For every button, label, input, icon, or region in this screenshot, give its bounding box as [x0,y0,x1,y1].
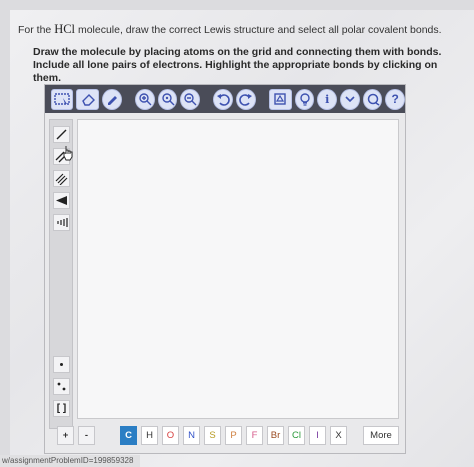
lightbulb-icon [299,93,310,106]
hand-cursor-icon [63,146,73,161]
more-atoms-button[interactable]: More [363,426,399,445]
zoom-out-button[interactable] [180,88,201,110]
chevron-down-icon [345,96,355,103]
pencil-tool-button[interactable] [101,88,122,110]
instructions-text: Draw the molecule by placing atoms on th… [33,46,442,84]
atom-P-button[interactable]: P [225,426,242,445]
atom-O-button[interactable]: O [162,426,179,445]
refresh-icon [367,93,379,106]
redo-icon [239,94,252,106]
atom-I-button[interactable]: I [309,426,326,445]
zoom-reset-icon [161,93,175,106]
info-button[interactable]: i [317,88,338,110]
undo-icon [217,94,231,106]
wedge-bond-icon [56,196,67,205]
question-suffix: molecule, draw the correct Lewis structu… [77,24,442,36]
atom-C-button[interactable]: C [120,426,137,445]
question-text: For the HCl molecule, draw the correct L… [18,22,458,37]
lone-pair-icon [60,363,63,366]
zoom-in-button[interactable] [135,88,155,110]
template-icon [274,93,287,105]
molecule-formula: HCl [54,22,76,36]
redo-button[interactable] [236,88,256,110]
atom-X-button[interactable]: X [330,426,347,445]
hash-bond-icon [57,218,68,227]
bracket-tool[interactable]: [ ] [53,400,70,417]
lewis-structure-editor: i ? [ ] + - C H O N S P F Br Cl I X More [44,84,406,454]
radical-tool[interactable] [53,378,70,395]
electron-dots-icon [57,382,66,391]
charge-minus-button[interactable]: - [78,426,95,445]
triple-bond-icon [55,173,68,185]
charge-plus-button[interactable]: + [57,426,74,445]
more-options-button[interactable] [340,88,360,110]
select-tool-button[interactable] [51,88,74,110]
zoom-in-icon [139,93,152,106]
atom-Br-button[interactable]: Br [267,426,284,445]
check-button[interactable] [362,88,383,110]
bond-tools-panel: [ ] [49,119,73,429]
zoom-reset-button[interactable] [157,88,178,110]
undo-button[interactable] [213,88,234,110]
hash-bond-tool[interactable] [53,214,70,231]
help-button[interactable]: ? [385,88,406,110]
atom-N-button[interactable]: N [183,426,200,445]
eraser-icon [81,94,95,106]
atom-palette: + - C H O N S P F Br Cl I X More [45,425,405,449]
eraser-tool-button[interactable] [76,88,99,110]
editor-toolbar: i ? [45,85,406,113]
wedge-bond-tool[interactable] [53,192,70,209]
lasso-select-icon [54,93,70,105]
atom-H-button[interactable]: H [141,426,158,445]
pencil-icon [107,96,117,105]
question-prefix: For the [18,24,52,36]
lone-pair-tool[interactable] [53,356,70,373]
single-bond-tool[interactable] [53,126,70,143]
status-url-bar: w/assignmentProblemID=199859328 [0,455,140,467]
atom-F-button[interactable]: F [246,426,263,445]
zoom-out-icon [184,93,197,106]
templates-button[interactable] [269,88,292,110]
triple-bond-tool[interactable] [53,170,70,187]
hint-button[interactable] [294,88,315,110]
single-bond-icon [56,129,67,140]
atom-S-button[interactable]: S [204,426,221,445]
atom-Cl-button[interactable]: Cl [288,426,305,445]
drawing-canvas[interactable] [77,119,399,419]
